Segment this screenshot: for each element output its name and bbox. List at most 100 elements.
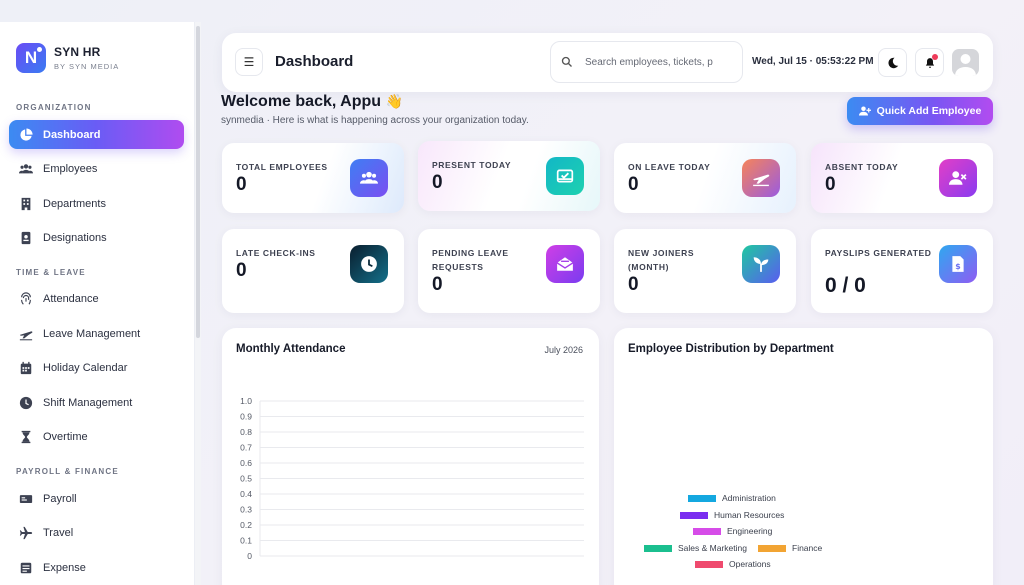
moon-icon — [887, 57, 898, 68]
legend-item[interactable]: Administration — [688, 493, 776, 503]
y-tick-label: 0.3 — [240, 505, 252, 515]
fingerprint-icon — [19, 291, 33, 306]
sidebar-item-leave-management[interactable]: Leave Management — [9, 319, 184, 348]
sidebar-item-label: Shift Management — [43, 396, 133, 409]
stat-card-late-check-ins[interactable]: LATE CHECK-INS 0 — [222, 229, 404, 313]
sidebar-item-label: Expense — [43, 561, 86, 574]
search-box[interactable] — [550, 41, 743, 83]
sidebar-item-label: Designations — [43, 231, 107, 244]
attendance-period: July 2026 — [544, 345, 583, 355]
sidebar-item-label: Holiday Calendar — [43, 361, 128, 374]
stat-value: 0 — [236, 260, 247, 281]
stat-value: 0 / 0 — [825, 274, 866, 297]
stat-card-payslips-generated[interactable]: PAYSLIPS GENERATED 0 / 0 $ — [811, 229, 993, 313]
y-tick-label: 1.0 — [240, 396, 252, 406]
legend-label: Finance — [792, 543, 823, 553]
welcome-title: Welcome back, Appu — [221, 93, 382, 110]
legend-label: Human Resources — [714, 510, 785, 520]
avatar[interactable] — [952, 49, 979, 76]
theme-toggle-button[interactable] — [878, 48, 907, 77]
sidebar-item-shift-management[interactable]: Shift Management — [9, 388, 184, 417]
sidebar-scrollbar-thumb[interactable] — [196, 26, 200, 338]
brand-logo-letter: N — [24, 48, 38, 67]
stat-card-on-leave-today[interactable]: ON LEAVE TODAY 0 — [614, 143, 796, 213]
sidebar-item-expense[interactable]: Expense — [9, 553, 184, 582]
legend-item[interactable]: Engineering — [693, 526, 772, 536]
hourglass-icon — [19, 430, 33, 444]
quick-add-employee-button[interactable]: Quick Add Employee — [847, 97, 993, 125]
y-tick-label: 0.8 — [240, 427, 252, 437]
stat-card-new-joiners[interactable]: NEW JOINERS (MONTH) 0 — [614, 229, 796, 313]
brand[interactable]: N SYN HR BY SYN MEDIA — [16, 43, 119, 73]
legend-item[interactable]: Operations — [695, 559, 771, 569]
notifications-button[interactable] — [915, 48, 944, 77]
sidebar-item-payroll[interactable]: Payroll — [9, 484, 184, 513]
sidebar-item-attendance[interactable]: Attendance — [9, 284, 184, 313]
notification-dot — [932, 54, 938, 60]
stat-card-present-today[interactable]: PRESENT TODAY 0 — [418, 141, 600, 211]
menu-toggle-button[interactable]: ☰ — [235, 48, 263, 76]
stat-label: PENDING LEAVE REQUESTS — [432, 248, 509, 272]
sidebar-item-label: Departments — [43, 197, 106, 210]
legend-item[interactable]: Sales & Marketing — [644, 543, 747, 553]
search-icon — [561, 56, 572, 67]
legend-swatch — [758, 544, 786, 552]
stat-card-pending-leave-requests[interactable]: PENDING LEAVE REQUESTS 0 — [418, 229, 600, 313]
legend-swatch — [680, 511, 708, 519]
y-tick-label: 0 — [247, 551, 252, 561]
users-icon — [19, 162, 33, 176]
legend-item[interactable]: Human Resources — [680, 510, 784, 520]
monthly-attendance-panel: Monthly Attendance July 2026 1.0 0.9 0.8 0.… — [222, 328, 599, 585]
brand-subtitle: BY SYN MEDIA — [54, 62, 120, 71]
stat-label: ABSENT TODAY — [825, 162, 899, 172]
panel-title: Monthly Attendance — [236, 343, 346, 355]
pie-chart-icon — [19, 127, 33, 142]
search-input[interactable] — [585, 56, 733, 68]
stat-value: 0 — [432, 274, 443, 295]
stat-label: PRESENT TODAY — [432, 160, 512, 170]
user-avatar-icon — [955, 54, 976, 76]
receipt-icon — [19, 561, 33, 575]
sidebar-item-label: Travel — [43, 526, 74, 539]
y-tick-label: 0.2 — [240, 520, 252, 530]
legend-item[interactable]: Finance — [758, 543, 822, 553]
legend-label: Operations — [729, 559, 771, 569]
stat-label: TOTAL EMPLOYEES — [236, 162, 328, 172]
sidebar-item-employees[interactable]: Employees — [9, 154, 184, 183]
sidebar-item-dashboard[interactable]: Dashboard — [9, 120, 184, 149]
stat-value: 0 — [628, 174, 639, 195]
brand-logo-icon: N — [16, 43, 46, 73]
legend-swatch — [688, 494, 716, 502]
nav-section-time-leave: TIME & LEAVE — [16, 268, 86, 277]
stat-card-total-employees[interactable]: TOTAL EMPLOYEES 0 — [222, 143, 404, 213]
legend-label: Administration — [722, 493, 776, 503]
inbox-check-icon — [546, 157, 584, 195]
plane-icon — [742, 159, 780, 197]
stat-label: PAYSLIPS GENERATED — [825, 248, 932, 258]
hamburger-icon: ☰ — [243, 55, 255, 69]
legend-swatch — [644, 544, 672, 552]
panel-title: Employee Distribution by Department — [628, 343, 834, 355]
y-tick-label: 0.6 — [240, 458, 252, 468]
sidebar-item-designations[interactable]: Designations — [9, 223, 184, 252]
sidebar-item-overtime[interactable]: Overtime — [9, 422, 184, 451]
attendance-chart: 1.0 0.9 0.8 0.7 0.6 0.5 0.4 0.3 0.2 0.1 0 — [240, 396, 584, 561]
sidebar-item-travel[interactable]: Travel — [9, 518, 184, 547]
mail-open-icon — [546, 245, 584, 283]
stat-value: 0 — [432, 172, 443, 193]
y-tick-label: 0.9 — [240, 412, 252, 422]
welcome-subtitle: synmedia · Here is what is happening acr… — [221, 115, 529, 126]
department-distribution-panel: Employee Distribution by Department Admi… — [614, 328, 993, 585]
sidebar-item-label: Dashboard — [43, 128, 101, 141]
quick-add-label: Quick Add Employee — [876, 105, 982, 117]
sidebar-item-holiday-calendar[interactable]: Holiday Calendar — [9, 353, 184, 382]
sidebar-item-departments[interactable]: Departments — [9, 189, 184, 218]
sidebar-item-label: Overtime — [43, 430, 88, 443]
sidebar-item-label: Leave Management — [43, 327, 141, 340]
plane-icon — [19, 327, 33, 341]
stat-label: NEW JOINERS (MONTH) — [628, 248, 695, 272]
stat-card-absent-today[interactable]: ABSENT TODAY 0 — [811, 143, 993, 213]
page-title: Dashboard — [275, 53, 354, 70]
wave-emoji: 👋 — [385, 93, 403, 109]
y-tick-label: 0.4 — [240, 489, 252, 499]
